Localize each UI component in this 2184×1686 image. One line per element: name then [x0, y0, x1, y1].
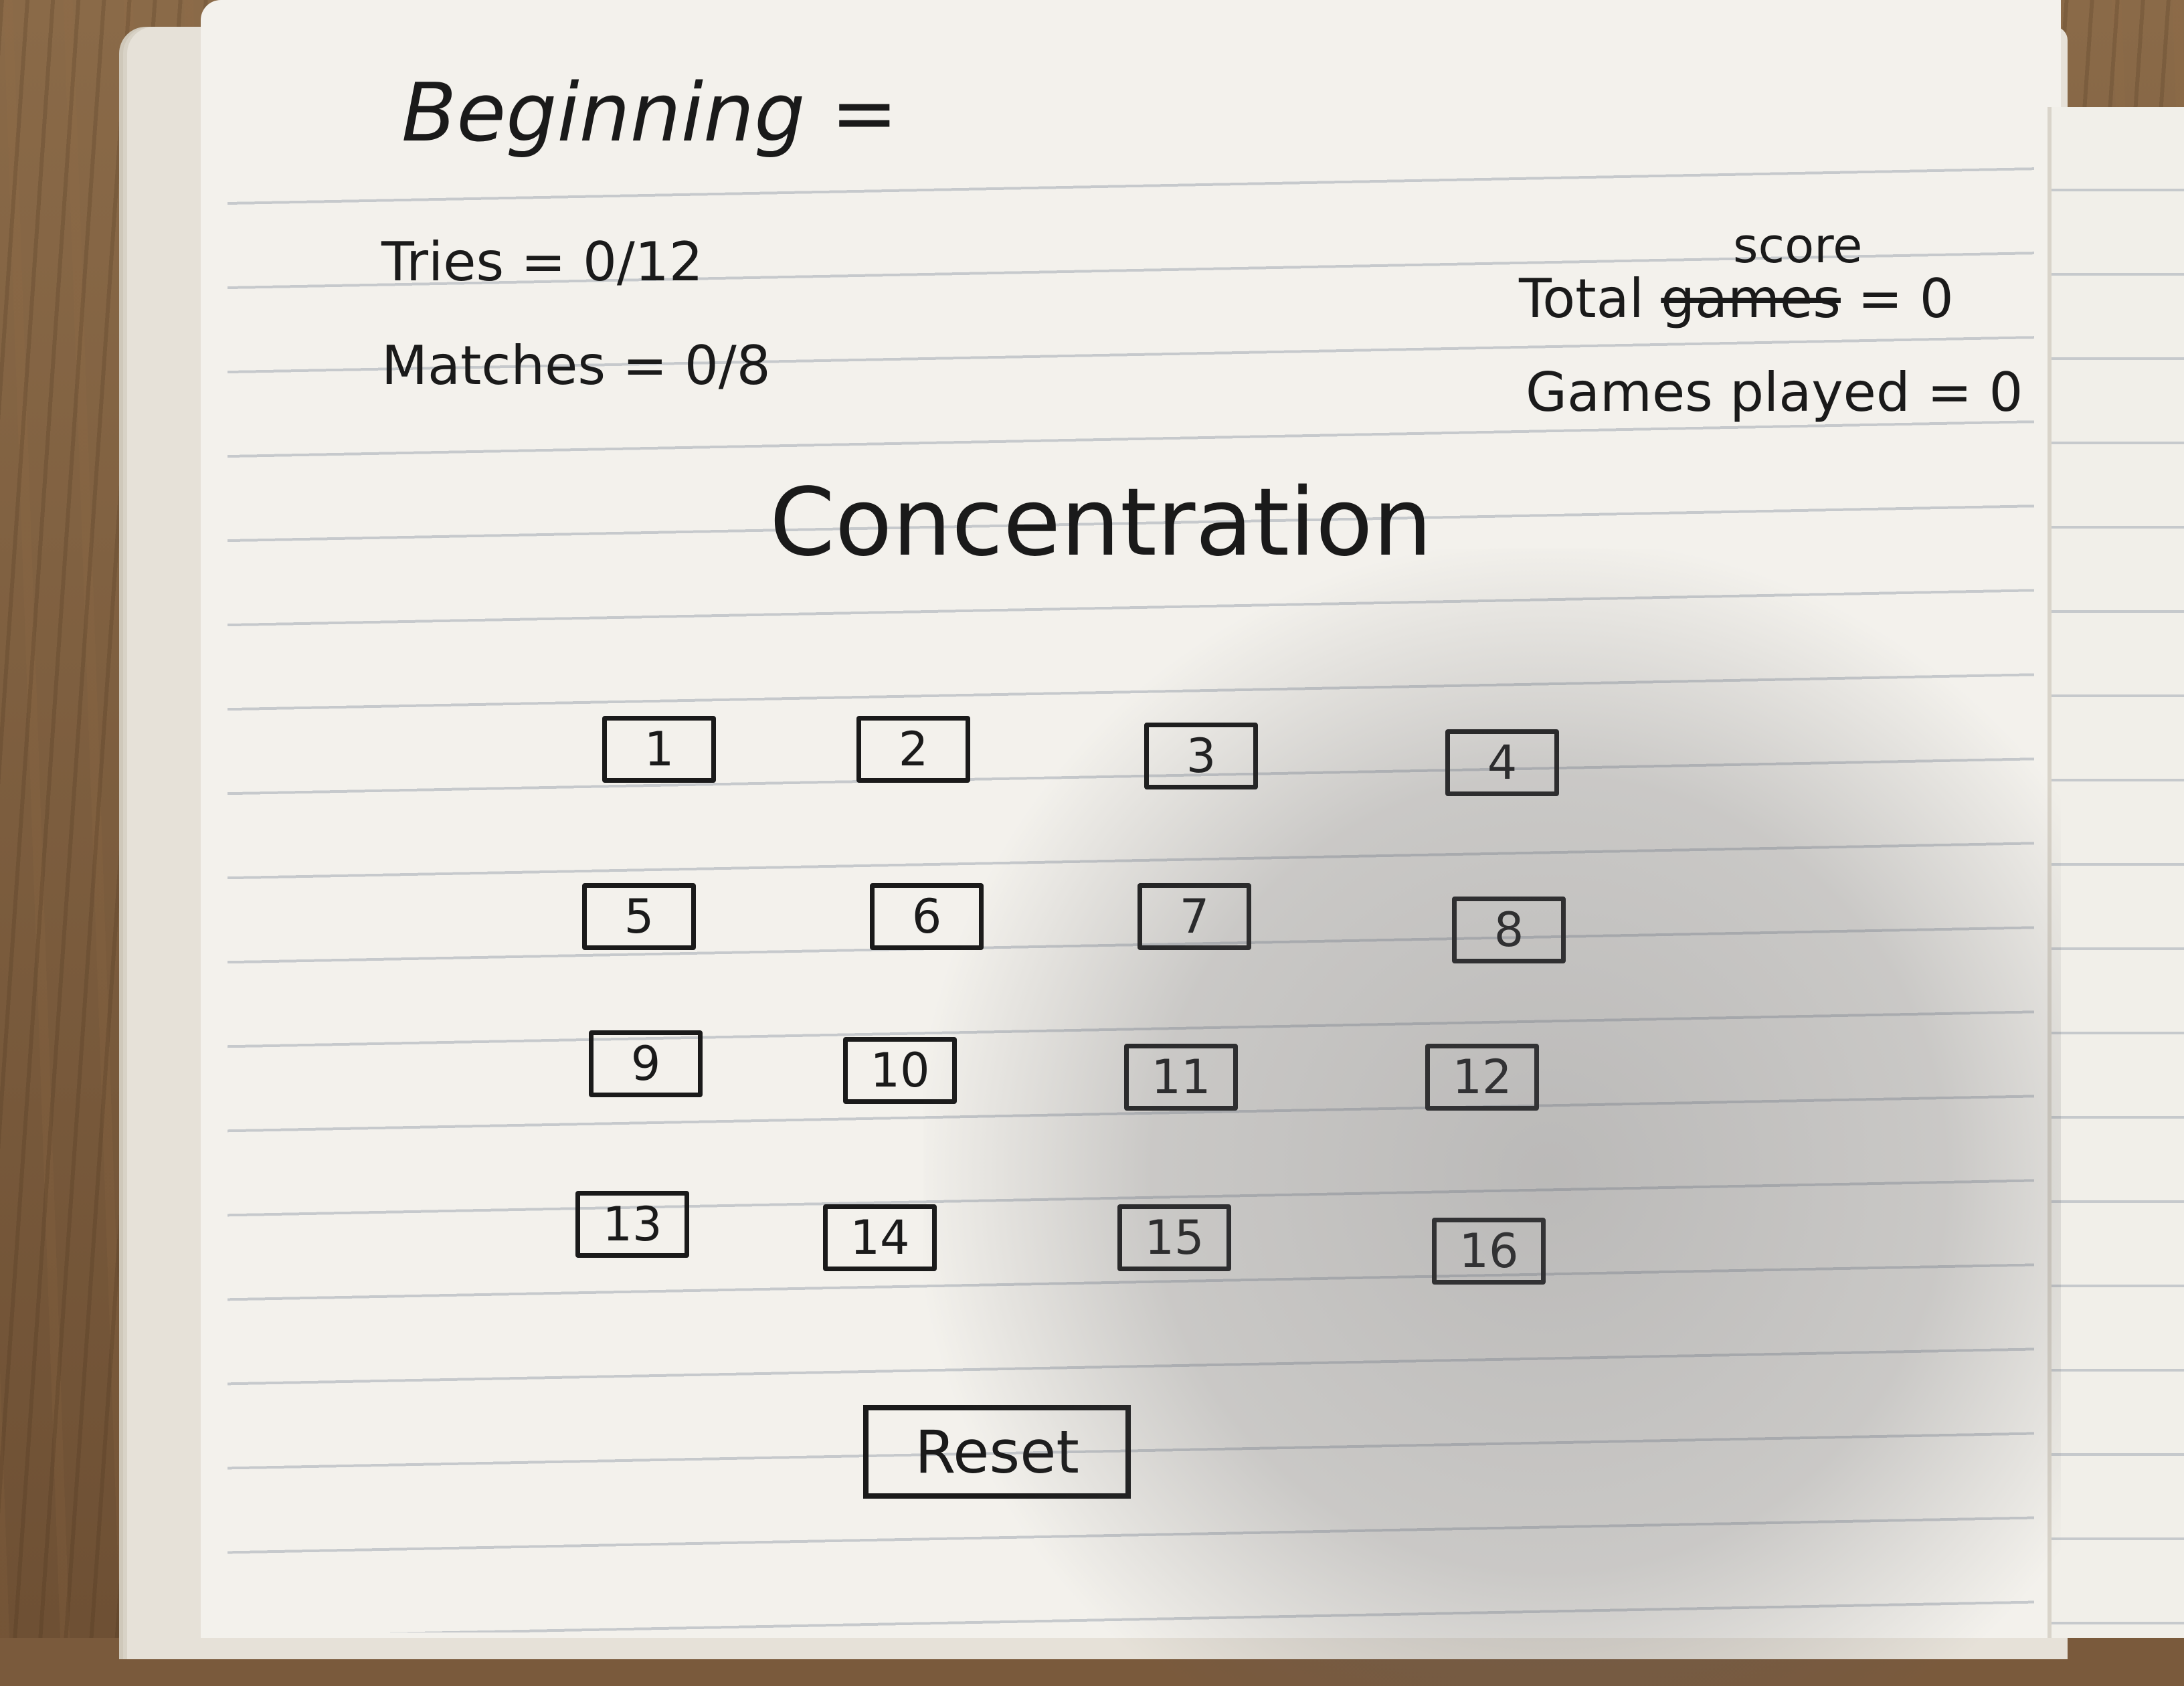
- facing-page: [2047, 107, 2184, 1638]
- matches-counter: Matches = 0/8: [381, 335, 771, 397]
- heading-beginning: Beginning =: [401, 67, 899, 160]
- struck-word: games: [1661, 268, 1841, 330]
- card-9[interactable]: 9: [589, 1030, 703, 1097]
- card-1[interactable]: 1: [602, 716, 716, 783]
- total-value: = 0: [1840, 268, 1954, 330]
- card-14[interactable]: 14: [823, 1204, 937, 1271]
- games-played-counter: Games played = 0: [1526, 361, 2023, 424]
- tries-counter: Tries = 0/12: [381, 231, 703, 293]
- card-13[interactable]: 13: [575, 1191, 689, 1258]
- score-correction-note: score: [1733, 217, 1863, 274]
- total-score: Total games = 0: [1519, 268, 1954, 330]
- card-5[interactable]: 5: [582, 883, 696, 950]
- total-label: Total: [1519, 268, 1661, 330]
- hand-shadow: [923, 549, 2061, 1686]
